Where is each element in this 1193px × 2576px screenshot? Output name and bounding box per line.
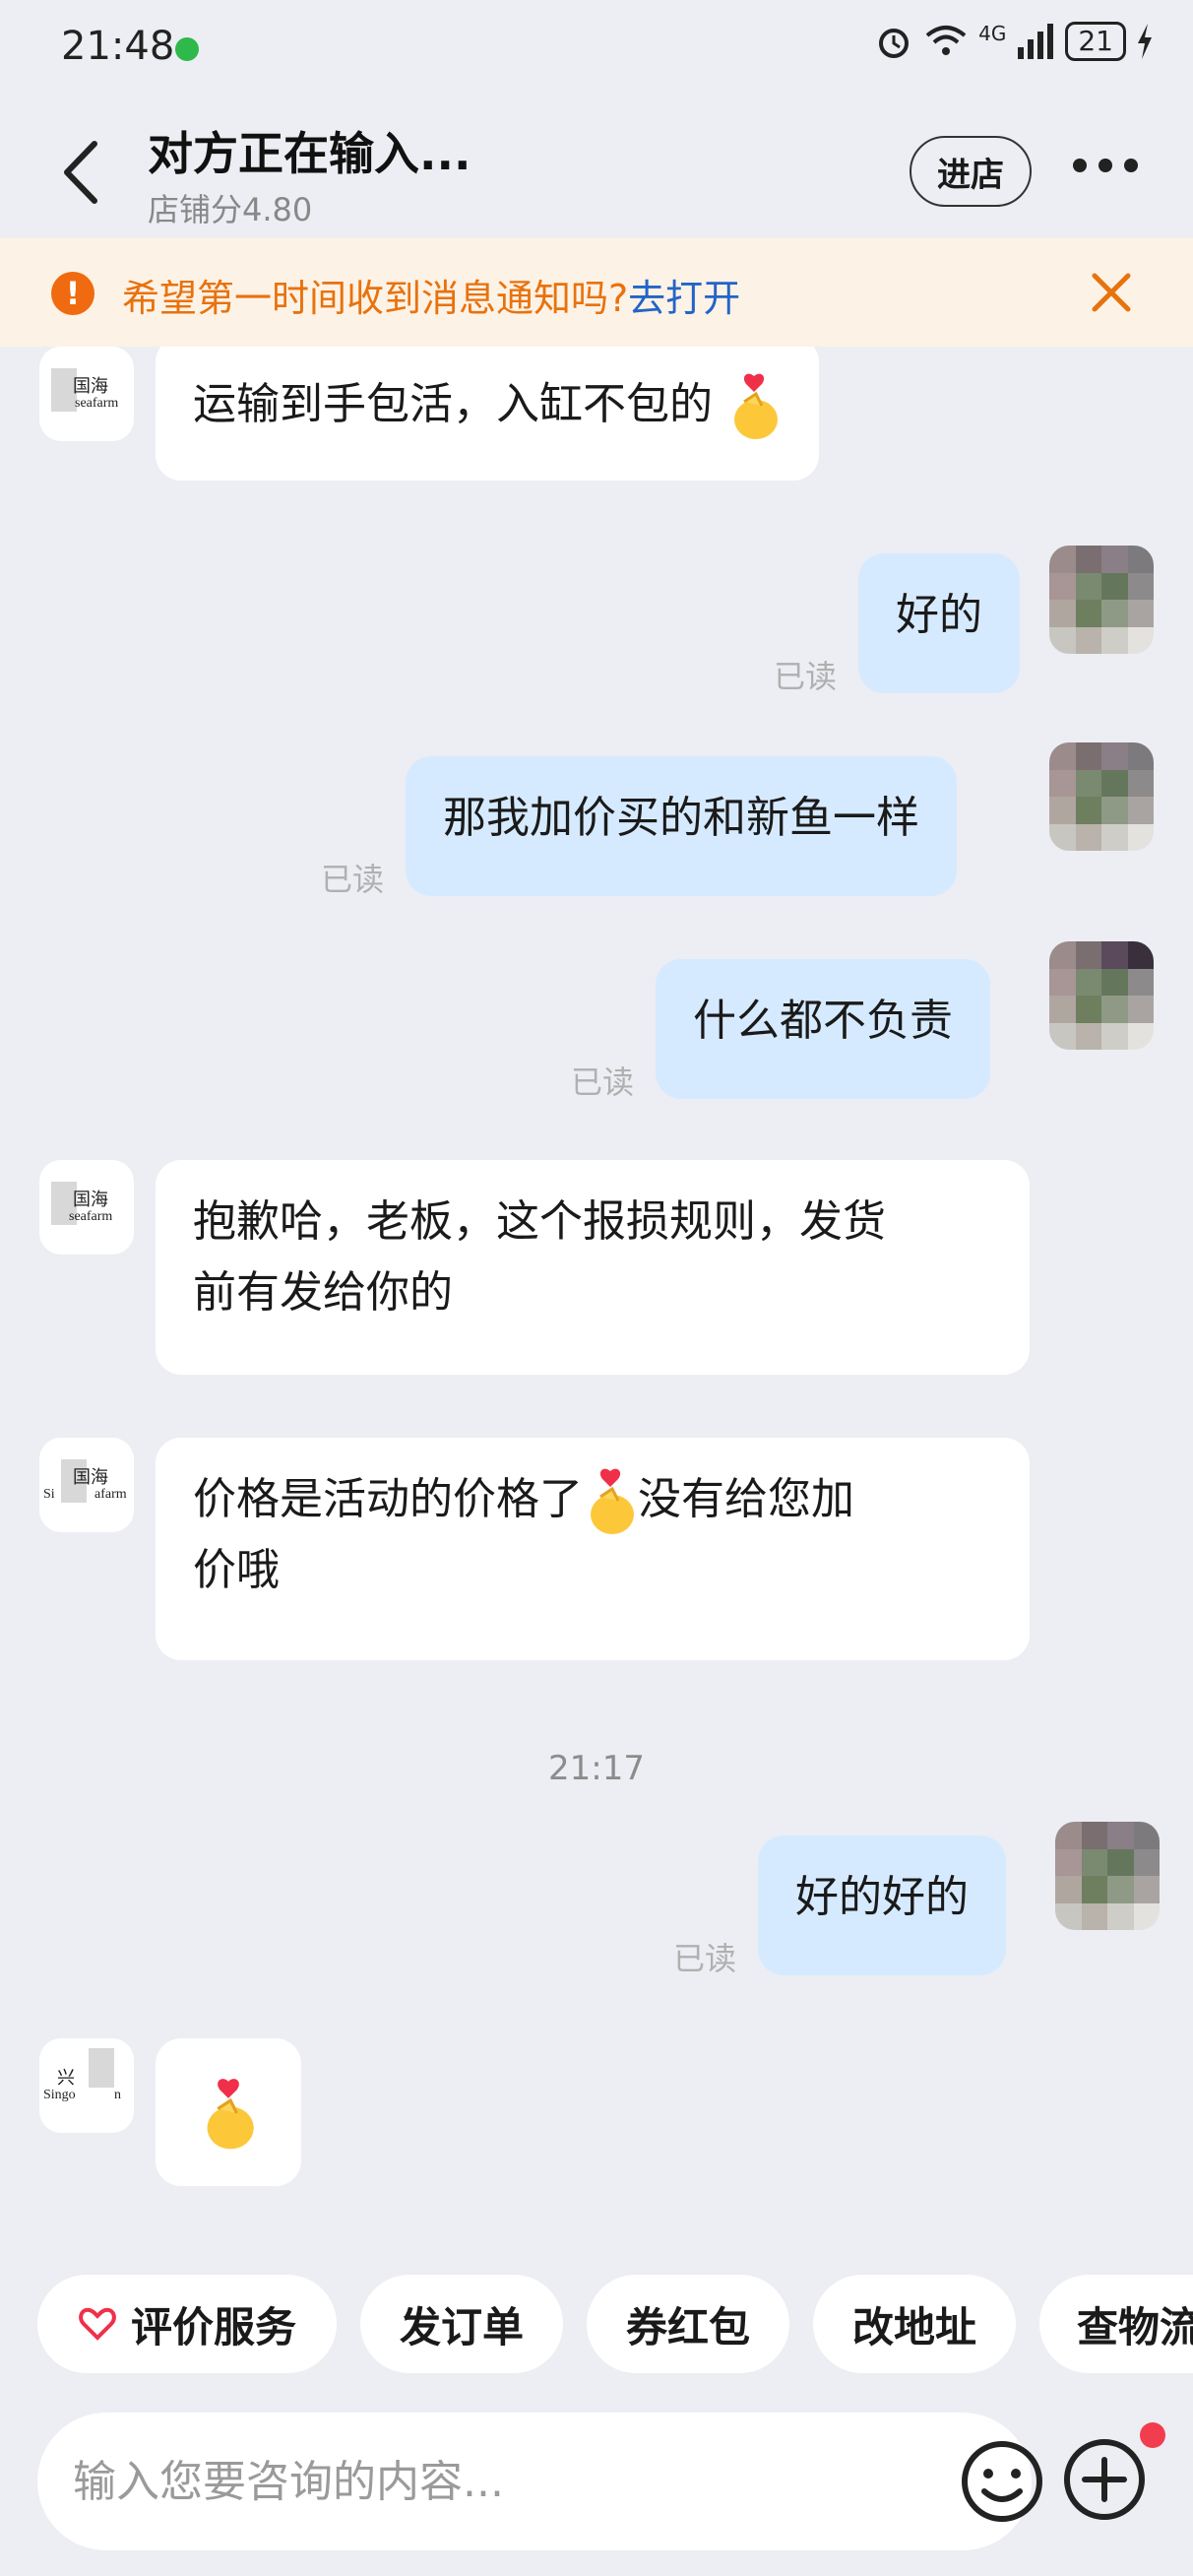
chip-label: 改地址 (851, 2302, 976, 2351)
message-text-part-2: 没有给您加 (638, 1474, 854, 1524)
status-icons: 4G 21 (874, 22, 1154, 61)
finger-heart-emoji-icon (207, 2079, 254, 2150)
message-bubble-incoming[interactable]: 价格是活动的价格了 没有给您加 价哦 (156, 1438, 1030, 1660)
enable-notifications-link[interactable]: 去打开 (628, 277, 740, 320)
read-receipt: 已读 (321, 861, 385, 898)
read-receipt: 已读 (673, 1940, 737, 1977)
emoji-icon[interactable] (957, 2436, 1047, 2527)
warning-icon: ! (51, 272, 94, 315)
track-shipment-button[interactable]: 查物流 (1039, 2275, 1193, 2373)
message-bubble-outgoing[interactable]: 什么都不负责 (656, 959, 990, 1099)
enter-store-button[interactable]: 进店 (910, 136, 1032, 207)
shop-avatar[interactable]: 国海 seafarm (39, 1160, 134, 1255)
input-bar (0, 2403, 1193, 2576)
quick-actions-bar: 评价服务 发订单 券红包 改地址 查物流 (0, 2275, 1193, 2383)
chat-header: 对方正在输入... 店铺分4.80 进店 (0, 98, 1193, 236)
chip-label: 发订单 (399, 2302, 524, 2351)
message-text: 那我加价买的和新鱼一样 (443, 793, 919, 843)
user-avatar[interactable] (1049, 742, 1154, 851)
alarm-icon (879, 29, 910, 58)
read-receipt: 已读 (571, 1063, 635, 1101)
chip-label: 评价服务 (130, 2302, 296, 2351)
send-order-button[interactable]: 发订单 (360, 2275, 563, 2373)
battery-indicator: 21 (1065, 22, 1126, 61)
message-bubble-incoming[interactable]: 抱歉哈，老板，这个报损规则，发货 前有发给你的 (156, 1160, 1030, 1375)
message-text-line-2: 前有发给你的 (193, 1267, 453, 1318)
message-text: 运输到手包活，入缸不包的 (193, 379, 713, 429)
chat-area[interactable]: 国海 seafarm 运输到手包活，入缸不包的 好的 已读 那我加价买的和新鱼一… (0, 347, 1193, 2267)
rate-service-button[interactable]: 评价服务 (37, 2275, 337, 2373)
status-bar: 21:48 4G 21 (0, 0, 1193, 98)
message-input-container[interactable] (37, 2413, 1042, 2550)
read-receipt: 已读 (774, 658, 838, 695)
chip-label: 券红包 (625, 2302, 750, 2351)
chat-timestamp: 21:17 (548, 1749, 645, 1788)
more-options-icon[interactable] (1073, 156, 1138, 175)
chat-title: 对方正在输入... (148, 127, 471, 180)
wechat-notification-icon (175, 37, 199, 61)
shop-logo-icon: 兴 Singo n (39, 2038, 134, 2133)
store-score: 店铺分4.80 (148, 191, 313, 228)
shop-logo-icon: 国海 Si afarm (39, 1438, 134, 1532)
user-avatar[interactable] (1049, 941, 1154, 1050)
plus-icon[interactable] (1061, 2436, 1148, 2523)
shop-avatar[interactable]: 国海 seafarm (39, 347, 134, 441)
notification-banner: ! 希望第一时间收到消息通知吗?去打开 (0, 238, 1193, 347)
close-icon[interactable] (1089, 270, 1134, 315)
banner-text: 希望第一时间收到消息通知吗?去打开 (122, 268, 740, 322)
message-bubble-incoming[interactable]: 运输到手包活，入缸不包的 (156, 347, 819, 481)
message-bubble-outgoing[interactable]: 好的好的 (758, 1835, 1006, 1975)
message-bubble-outgoing[interactable]: 好的 (858, 553, 1020, 693)
message-text-part-1: 价格是活动的价格了 (193, 1474, 583, 1524)
user-avatar[interactable] (1055, 1822, 1160, 1930)
signal-icon (1018, 24, 1054, 59)
message-bubble-outgoing[interactable]: 那我加价买的和新鱼一样 (406, 756, 957, 896)
back-arrow-icon[interactable] (55, 138, 110, 207)
network-type-label: 4G (978, 22, 1007, 45)
user-avatar[interactable] (1049, 546, 1154, 654)
shop-avatar[interactable]: 兴 Singo n (39, 2038, 134, 2133)
coupon-button[interactable]: 券红包 (587, 2275, 789, 2373)
finger-heart-emoji-icon (591, 1468, 634, 1534)
finger-heart-emoji-icon (734, 373, 778, 439)
heart-hand-icon (79, 2307, 116, 2341)
change-address-button[interactable]: 改地址 (813, 2275, 1016, 2373)
notification-dot (1140, 2422, 1165, 2448)
message-text: 好的好的 (795, 1872, 969, 1922)
message-text-line-1: 抱歉哈，老板，这个报损规则，发货 (193, 1196, 886, 1247)
charging-icon (1138, 24, 1152, 59)
message-text-line-2: 价哦 (193, 1545, 280, 1595)
shop-avatar[interactable]: 国海 Si afarm (39, 1438, 134, 1532)
status-time: 21:48 (61, 24, 175, 69)
message-bubble-incoming[interactable] (156, 2038, 301, 2186)
message-input[interactable] (73, 2442, 880, 2521)
chip-label: 查物流 (1077, 2302, 1193, 2351)
wifi-icon (925, 26, 967, 55)
message-text: 好的 (896, 590, 982, 640)
shop-logo-icon: 国海 seafarm (39, 347, 134, 441)
banner-message: 希望第一时间收到消息通知吗? (122, 277, 629, 320)
message-text: 什么都不负责 (693, 996, 953, 1046)
shop-logo-icon: 国海 seafarm (39, 1160, 134, 1255)
